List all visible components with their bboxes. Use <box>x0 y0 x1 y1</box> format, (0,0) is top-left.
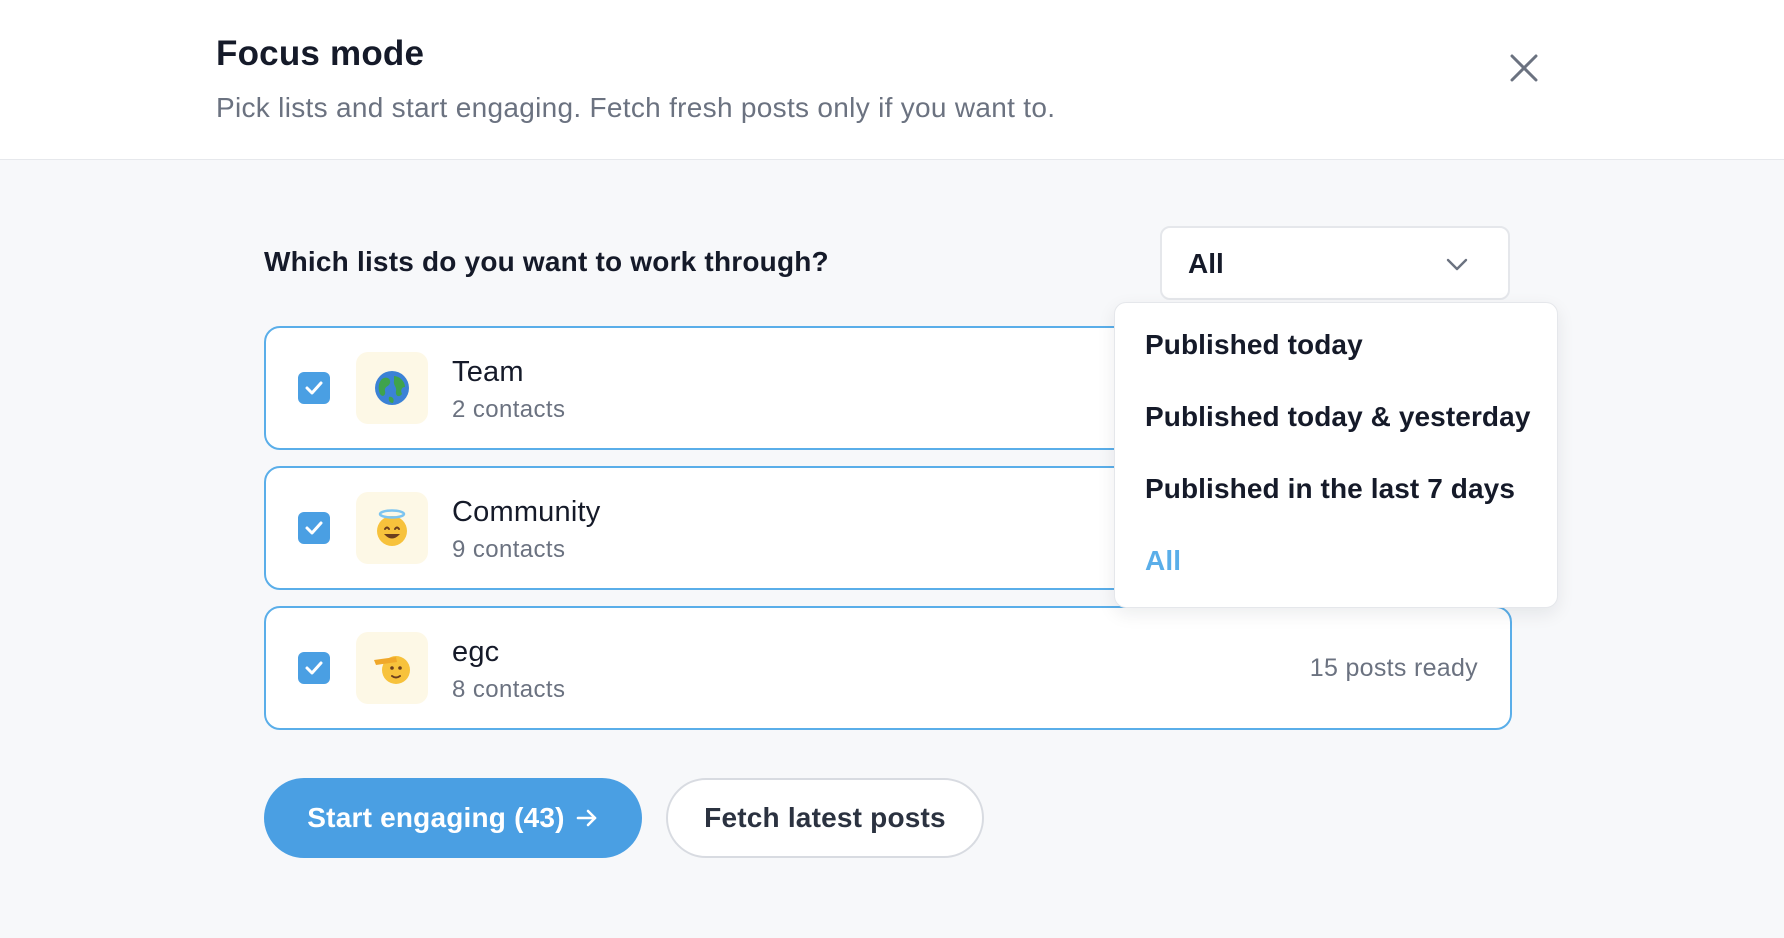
lists-question: Which lists do you want to work through? <box>264 246 829 277</box>
filter-option-all[interactable]: All <box>1145 545 1181 577</box>
list-contacts-count: 9 contacts <box>452 536 566 563</box>
page-title: Focus mode <box>216 34 425 73</box>
checkmark-icon <box>305 661 323 675</box>
posts-ready-count: 15 posts ready <box>1309 654 1478 682</box>
halo-smile-icon <box>377 509 407 546</box>
list-name: Community <box>452 496 601 528</box>
list-checkbox-team[interactable] <box>298 372 330 404</box>
date-filter-select[interactable]: All <box>1160 226 1510 300</box>
chevron-down-icon <box>1446 258 1468 271</box>
list-name: Team <box>452 356 524 388</box>
checkmark-icon <box>305 381 323 395</box>
list-contacts-count: 8 contacts <box>452 676 566 703</box>
page-subtitle: Pick lists and start engaging. Fetch fre… <box>216 92 1056 123</box>
list-name: egc <box>452 636 500 668</box>
list-checkbox-egc[interactable] <box>298 652 330 684</box>
date-filter-dropdown: Published today Published today & yester… <box>1114 302 1558 608</box>
date-filter-value: All <box>1188 248 1224 279</box>
start-engaging-button[interactable]: Start engaging (43) <box>264 778 642 858</box>
list-icon-tile <box>356 632 428 704</box>
globe-icon <box>375 371 409 405</box>
close-button[interactable] <box>1496 40 1552 96</box>
arrow-right-icon <box>576 809 596 827</box>
list-icon-tile <box>356 492 428 564</box>
fetch-latest-posts-label: Fetch latest posts <box>704 802 946 833</box>
checkmark-icon <box>305 521 323 535</box>
list-contacts-count: 2 contacts <box>452 396 566 423</box>
list-icon-tile <box>356 352 428 424</box>
start-engaging-label: Start engaging (43) <box>307 802 565 833</box>
fetch-latest-posts-button[interactable]: Fetch latest posts <box>666 778 984 858</box>
saluting-face-icon <box>374 656 410 684</box>
close-icon <box>1510 54 1538 82</box>
modal-header: Focus mode Pick lists and start engaging… <box>0 0 1784 160</box>
filter-option-today[interactable]: Published today <box>1145 329 1363 361</box>
filter-option-last-7-days[interactable]: Published in the last 7 days <box>1145 473 1515 505</box>
list-checkbox-community[interactable] <box>298 512 330 544</box>
filter-option-today-yesterday[interactable]: Published today & yesterday <box>1145 401 1531 433</box>
list-item-egc[interactable]: egc 8 contacts 15 posts ready <box>264 606 1512 730</box>
